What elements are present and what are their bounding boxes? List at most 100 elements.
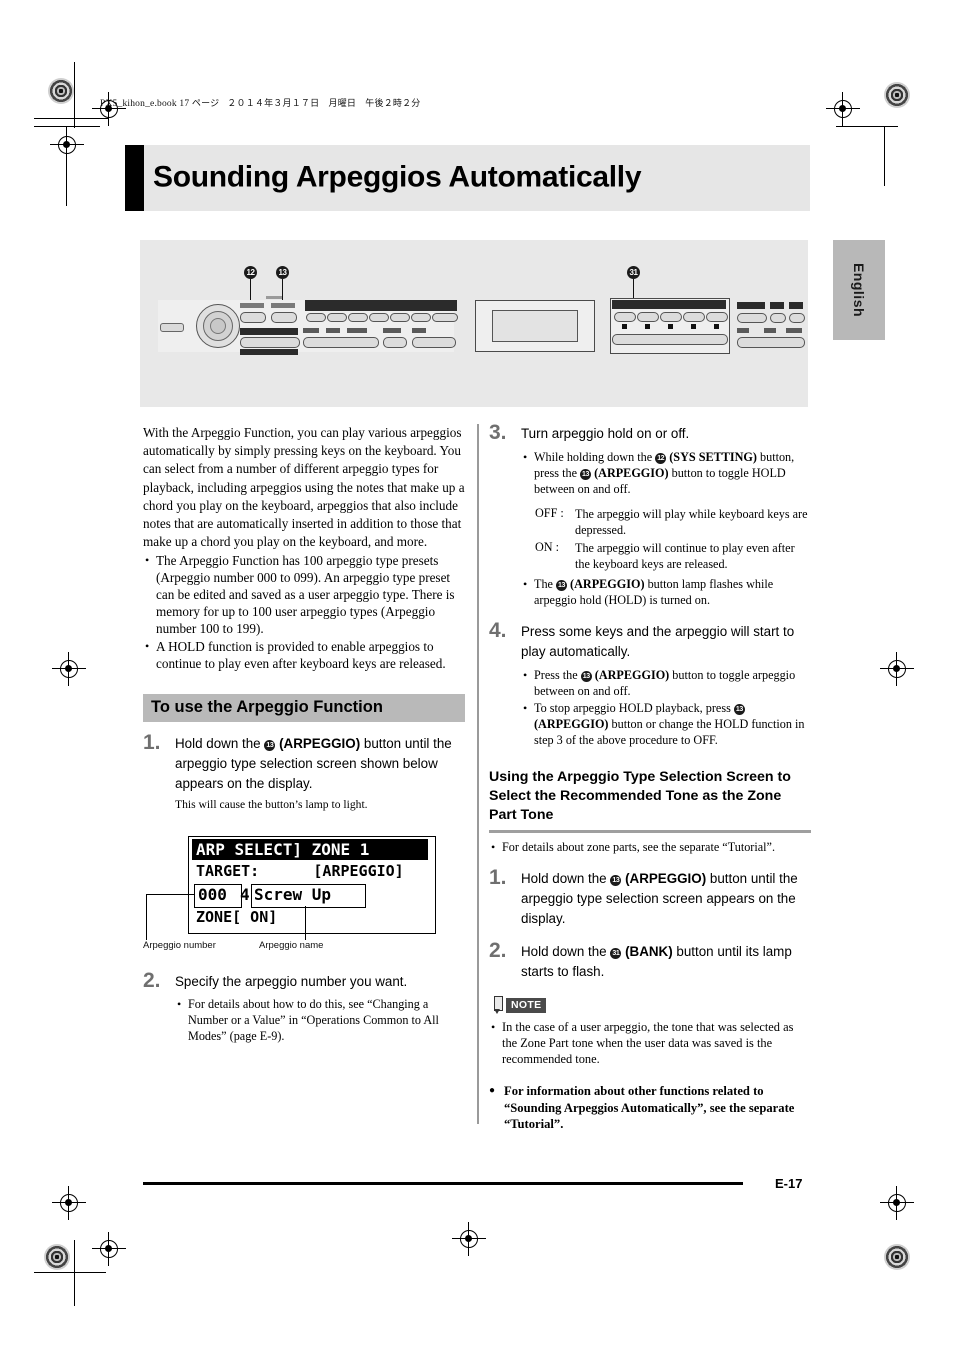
left-column: With the Arpeggio Function, you can play… [143, 424, 465, 812]
record-button [383, 337, 407, 348]
hold-off-label: OFF : [535, 506, 564, 520]
footer-rule [143, 1182, 743, 1185]
bank-button-1 [614, 312, 636, 322]
list-item: In the case of a user arpeggio, the tone… [489, 1019, 811, 1067]
sub-step-1-bold: (ARPEGGIO) [625, 871, 707, 886]
crop-line-bottom-left-v [74, 1240, 75, 1306]
button-badge-31-icon: 31 [610, 948, 622, 959]
mode-indicator-1 [303, 328, 319, 333]
tone-button-2 [327, 313, 347, 322]
crop-line-top-right-h [836, 126, 898, 127]
section-heading-label: To use the Arpeggio Function [151, 698, 383, 717]
step-3: 3. Turn arpeggio hold on or off. While h… [489, 421, 811, 608]
manual-page: PX5_kihon_e.book 17 ページ ２０１４年３月１７日 月曜日 午後… [0, 0, 954, 1351]
step-4-number: 4. [489, 619, 507, 642]
step-3-number: 3. [489, 421, 507, 444]
step-3-b2-bold: (ARPEGGIO) [570, 577, 645, 591]
bank-button-4 [683, 312, 705, 322]
registration-mark-right-lower [880, 1186, 914, 1220]
mode-bar [240, 349, 298, 355]
right-extra-indicator-2 [764, 328, 776, 333]
tone-button-4 [369, 313, 389, 322]
intro-bullet-list: The Arpeggio Function has 100 arpeggio t… [143, 552, 465, 672]
volume-knob-inner [210, 318, 226, 334]
sub-step-2-bold: (BANK) [625, 944, 673, 959]
step-1-button-name: (ARPEGGIO) [279, 736, 361, 752]
step-4-b1-before: Press the [534, 668, 581, 682]
button-badge-13-icon: 13 [580, 671, 592, 682]
tone-button-6 [411, 313, 431, 322]
step-3-bullet-list-2: The 13 (ARPEGGIO) button lamp flashes wh… [521, 576, 811, 608]
step-4-bullet-list: Press the 13 (ARPEGGIO) button to toggle… [521, 667, 811, 748]
step-1-number: 1. [143, 731, 161, 755]
section-heading-arpeggio-function: To use the Arpeggio Function [143, 694, 465, 723]
color-target-mark-top-left [48, 78, 74, 104]
button-badge-13-icon: 13 [556, 580, 567, 591]
pencil-icon [491, 996, 504, 1015]
step-3-b1-bold2: (ARPEGGIO) [594, 466, 669, 480]
page-number: E-17 [775, 1176, 803, 1191]
tone-button-5 [390, 313, 410, 322]
file-info-date: ２０１４年３月１７日 月曜日 午後２時２分 [227, 99, 421, 109]
list-item: To stop arpeggio HOLD playback, press 13… [521, 700, 811, 748]
sub-step-1: 1. Hold down the 13 (ARPEGGIO) button un… [489, 866, 811, 929]
hold-on-text: The arpeggio will continue to play even … [575, 541, 795, 571]
button-badge-13-icon: 13 [264, 740, 276, 752]
mode-indicator-5 [412, 328, 426, 333]
crop-line-top-right-v [884, 126, 885, 186]
callout-13: 13 [276, 266, 289, 279]
tone-button-1 [306, 313, 326, 322]
step-4: 4. Press some keys and the arpeggio will… [489, 619, 811, 748]
button-badge-13-icon: 13 [733, 704, 745, 715]
book-file-info: PX5_kihon_e.book 17 ページ ２０１４年３月１７日 月曜日 午後… [100, 96, 421, 109]
transport-buttons [303, 337, 379, 348]
sub-step-1-text: Hold down the 13 (ARPEGGIO) button until… [521, 869, 811, 929]
page-title: Sounding Arpeggios Automatically [153, 160, 642, 194]
step-2-bullet-list: For details about how to do this, see “C… [175, 996, 465, 1044]
sub-step-2: 2. Hold down the 31 (BANK) button until … [489, 939, 811, 982]
step-1-text: Hold down the 13 (ARPEGGIO) button until… [175, 734, 465, 794]
file-info-name: PX5_kihon_e.book 17 [100, 99, 192, 109]
lcd-screen-illustration: ARP SELECT] ZONE 1 TARGET: [ARPEGGIO] 00… [143, 836, 436, 951]
step-3-text: Turn arpeggio hold on or off. [521, 426, 690, 441]
tempo-buttons [412, 337, 456, 348]
zone-indicator-2 [645, 324, 650, 329]
color-target-mark-top-right [884, 82, 910, 108]
zone-indicator-5 [714, 324, 719, 329]
page-title-band: Sounding Arpeggios Automatically [125, 145, 810, 211]
right-extra-bar-3 [789, 302, 803, 309]
list-item: Press the 13 (ARPEGGIO) button to toggle… [521, 667, 811, 699]
lcd-number-leader-v [146, 894, 147, 940]
subsection-bullet-list: For details about zone parts, see the se… [489, 839, 811, 855]
tone-button-7 [432, 313, 458, 322]
final-note-bullet: For information about other functions re… [489, 1083, 811, 1133]
crop-line-bottom-left-h [34, 1272, 106, 1273]
hold-on-label: ON : [535, 540, 560, 554]
right-extra-button-4 [737, 337, 805, 348]
sys-setting-button [240, 312, 266, 323]
lcd-number-caption: Arpeggio number [143, 940, 216, 951]
right-extra-button-3 [789, 313, 805, 323]
mode-indicator-3 [347, 328, 367, 333]
right-column: 3. Turn arpeggio hold on or off. While h… [489, 421, 811, 1133]
lcd-number-leader-h [146, 894, 194, 895]
step-3-b2-before: The [534, 577, 556, 591]
callout-31: 31 [627, 266, 640, 279]
lcd-name-caption: Arpeggio name [259, 940, 324, 951]
lcd-arpeggio-number: 000 [198, 885, 227, 904]
step-3-bullet-list: While holding down the 12 (SYS SETTING) … [521, 449, 811, 497]
bank-button-5 [706, 312, 728, 322]
zone-select-buttons [612, 334, 728, 345]
lcd-line-1-text: ARP SELECT] ZONE 1 [196, 840, 370, 859]
lcd-line-4: ZONE[ ON] [196, 908, 278, 926]
color-target-mark-bottom-right [884, 1244, 910, 1270]
color-target-mark-bottom-left [44, 1244, 70, 1270]
language-side-tab: English [833, 240, 885, 340]
step-4-b2-bold: (ARPEGGIO) [534, 717, 609, 731]
registration-mark-right-middle [880, 652, 914, 686]
sequencer-button-group [240, 337, 300, 348]
bank-button-2 [637, 312, 659, 322]
language-side-tab-label: English [851, 262, 867, 318]
lcd-arpeggio-name: Screw Up [254, 885, 332, 904]
list-item: The Arpeggio Function has 100 arpeggio t… [143, 552, 465, 637]
